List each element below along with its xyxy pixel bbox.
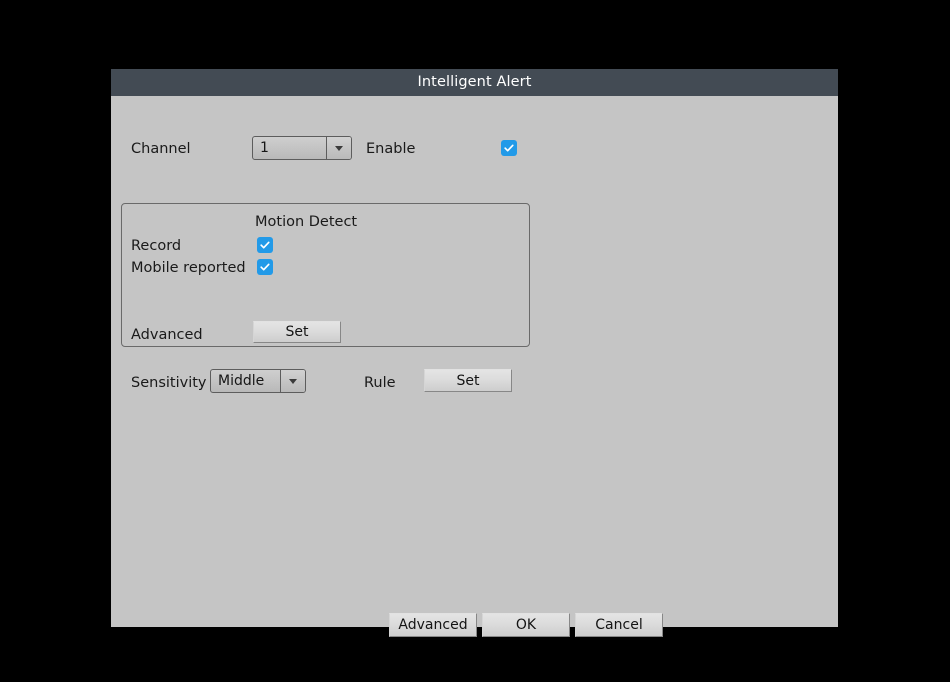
sensitivity-label: Sensitivity [131,376,207,391]
chevron-down-icon[interactable] [326,137,351,159]
record-label: Record [131,239,181,254]
rule-set-button[interactable]: Set [424,369,512,392]
enable-checkbox[interactable] [501,140,517,156]
dialog-body: Channel 1 Enable Motion Detect Record [111,96,838,627]
dialog-titlebar: Intelligent Alert [111,69,838,96]
group-advanced-label: Advanced [131,328,203,343]
intelligent-alert-dialog: Intelligent Alert Channel 1 Enable Mot [111,69,838,627]
mobile-reported-label: Mobile reported [131,261,246,276]
enable-label: Enable [366,142,415,157]
cancel-button[interactable]: Cancel [575,613,663,637]
dialog-title: Intelligent Alert [418,75,532,90]
motion-detect-column-header: Motion Detect [255,215,357,230]
sensitivity-dropdown-value: Middle [211,370,280,392]
rule-label: Rule [364,376,396,391]
check-icon [503,142,515,154]
record-checkbox[interactable] [257,237,273,253]
check-icon [259,261,271,273]
chevron-down-icon[interactable] [280,370,305,392]
advanced-set-button[interactable]: Set [253,321,341,343]
sensitivity-dropdown[interactable]: Middle [210,369,306,393]
screen: Intelligent Alert Channel 1 Enable Mot [0,0,950,682]
channel-label: Channel [131,142,191,157]
mobile-reported-checkbox[interactable] [257,259,273,275]
footer-advanced-button[interactable]: Advanced [389,613,477,637]
channel-dropdown[interactable]: 1 [252,136,352,160]
ok-button[interactable]: OK [482,613,570,637]
channel-dropdown-value: 1 [253,137,326,159]
check-icon [259,239,271,251]
